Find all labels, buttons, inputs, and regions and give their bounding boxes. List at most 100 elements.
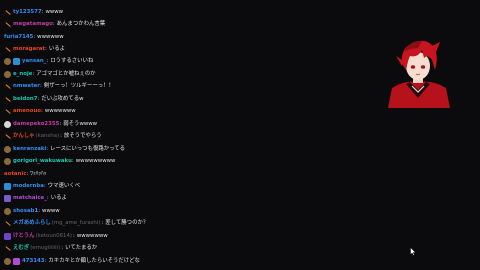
chat-message: damepeko2355: 弱そうwwww xyxy=(4,119,97,129)
chat-message-text: wwww xyxy=(42,208,60,214)
sword-badge-icon[interactable] xyxy=(4,83,11,90)
chat-username[interactable]: nmwater xyxy=(13,81,40,91)
chat-separator: : xyxy=(46,146,49,152)
chat-message: megatamago: あんまつかわん言葉 xyxy=(4,19,105,29)
avatar-illustration xyxy=(388,40,450,108)
chat-message-text: あんまつかわん言葉 xyxy=(56,21,106,27)
chat-message: えむぎ (emugiiiiiii): いてたまるか xyxy=(4,243,97,253)
chat-message: moragarat: いるよ xyxy=(4,44,65,54)
cook-badge-icon[interactable] xyxy=(4,257,11,265)
cook-badge-icon[interactable] xyxy=(4,145,11,153)
chat-message: matchaice_: いるよ xyxy=(4,193,67,203)
sword-badge-icon[interactable] xyxy=(4,133,11,140)
chat-separator: : xyxy=(39,83,42,89)
chat-username[interactable]: moragarat xyxy=(13,44,45,54)
chat-message: yansan_: ロうするさいいね xyxy=(4,56,93,66)
chat-message-text: 放そうでやらう xyxy=(63,133,102,139)
chat-username[interactable]: ty123577 xyxy=(13,7,42,17)
chat-username[interactable]: kenranzaki xyxy=(13,144,46,154)
chat-username[interactable]: megatamago xyxy=(13,19,53,29)
chat-message-text: wwwwwww xyxy=(44,108,76,114)
chat-message: amenouo: wwwwwww xyxy=(4,106,76,116)
chat-message-text: いてたまるか xyxy=(65,245,98,251)
chat-message: かんしゃ (kansha): 放そうでやらう xyxy=(4,131,102,141)
chat-message-text: だいぶ攻めてるw xyxy=(41,96,84,102)
chat-username[interactable]: yansan_ xyxy=(22,56,46,66)
chat-username[interactable]: beidon7 xyxy=(13,94,38,104)
cook-badge-icon[interactable] xyxy=(4,157,11,165)
chat-separator: : xyxy=(38,208,41,214)
chat-separator: : xyxy=(41,108,43,114)
chat-separator: : xyxy=(32,71,35,77)
chat-username[interactable]: aotanic xyxy=(4,169,26,179)
prime-badge-icon[interactable] xyxy=(13,57,20,65)
sword-badge-icon[interactable] xyxy=(4,108,11,115)
cook-badge-icon[interactable] xyxy=(4,207,11,215)
chat-message: 473143: カキカキとか顕したらいそうだけどな xyxy=(4,256,140,266)
chat-message-text: いるよ xyxy=(48,46,66,52)
chat-username[interactable]: かんしゃ xyxy=(13,131,35,141)
chat-message-text: 差して勝つのか？ xyxy=(105,220,149,226)
chat-message: ty123577: wwww xyxy=(4,7,63,17)
chat-username[interactable]: shosab1 xyxy=(13,206,38,216)
chat-separator: : xyxy=(37,96,40,102)
chat-message: modernba: ウマ速いくべ xyxy=(4,181,80,191)
chat-username[interactable]: furia7145 xyxy=(4,32,33,42)
chat-message-text: wwwwww xyxy=(37,34,64,40)
chat-username[interactable]: modernba xyxy=(13,181,44,191)
sword-badge-icon[interactable] xyxy=(4,21,11,28)
chat-username[interactable]: e_noje xyxy=(13,69,32,79)
chat-message-text: レースにいっつも復路かってる xyxy=(50,146,126,152)
cook-badge-icon[interactable] xyxy=(4,57,11,65)
chat-message-text: ﾜｯﾊｯﾊｯ xyxy=(30,171,47,177)
chat-separator: : xyxy=(71,158,74,164)
chat-separator: : xyxy=(45,46,47,52)
x-badge-icon[interactable] xyxy=(4,232,11,240)
chat-separator: : xyxy=(73,233,75,239)
chat-username[interactable]: メガあめふらし xyxy=(13,218,51,228)
chat-message: nmwater: 剣ザーっ！ツルギーーっ！！ xyxy=(4,81,114,91)
sword-badge-icon[interactable] xyxy=(4,46,11,53)
chat-username[interactable]: 473143 xyxy=(22,256,45,266)
mouse-cursor-icon xyxy=(410,247,416,256)
sub-badge-icon[interactable] xyxy=(4,194,11,202)
chat-username[interactable]: damepeko2355 xyxy=(13,119,59,129)
chat-message: shosab1: wwww xyxy=(4,206,60,216)
gift-badge-icon[interactable] xyxy=(13,257,20,265)
cook-badge-icon[interactable] xyxy=(4,70,11,78)
chat-username-login: (ketoun0614) xyxy=(35,233,72,239)
chat-username[interactable]: えむぎ xyxy=(13,243,29,253)
chat-separator: : xyxy=(61,245,64,251)
chat-username[interactable]: けとうん xyxy=(13,231,35,241)
sword-badge-icon[interactable] xyxy=(4,220,11,227)
chat-separator: : xyxy=(46,58,49,64)
chat-message-text: wwwwwww xyxy=(76,233,108,239)
chat-separator: : xyxy=(46,195,49,201)
chat-message: aotanic: ﾜｯﾊｯﾊｯ xyxy=(4,169,46,179)
chat-message-text: wwww xyxy=(45,9,64,15)
chat-username[interactable]: amenouo xyxy=(13,106,41,116)
sword-badge-icon[interactable] xyxy=(4,96,11,103)
chat-message-text: アゴマゴとか嘘ねぇのか xyxy=(36,71,96,77)
chat-panel: ty123577: wwww megatamago: あんまつかわん言葉 furia71… xyxy=(4,0,264,270)
chat-username[interactable]: gorigori_wakuwaku xyxy=(13,156,72,166)
chat-message xyxy=(4,0,6,5)
chat-username[interactable]: matchaice_ xyxy=(13,193,47,203)
chat-message-text: 弱そうwwww xyxy=(63,121,98,127)
prime-badge-icon[interactable] xyxy=(4,182,11,190)
chat-message-text: wwwwwwwww xyxy=(75,158,116,164)
streamer-avatar xyxy=(382,36,454,108)
sword-badge-icon[interactable] xyxy=(4,245,11,252)
chat-message: e_noje: アゴマゴとか嘘ねぇのか xyxy=(4,69,96,79)
chat-separator: : xyxy=(60,133,62,139)
chat-message-text: ウマ速いくべ xyxy=(47,183,81,189)
chat-username-login: (kansha) xyxy=(35,133,60,139)
chat-separator: : xyxy=(26,171,29,177)
chat-separator: : xyxy=(44,258,47,264)
chat-message: kenranzaki: レースにいっつも復路かってる xyxy=(4,144,125,154)
chat-message-text: 剣ザーっ！ツルギーーっ！！ xyxy=(43,83,114,89)
sword-badge-icon[interactable] xyxy=(4,9,11,16)
chat-message: メガあめふらし (mg_ame_furashi): 差して勝つのか？ xyxy=(4,218,148,228)
skull-badge-icon[interactable] xyxy=(4,120,11,128)
chat-separator: : xyxy=(43,183,46,189)
